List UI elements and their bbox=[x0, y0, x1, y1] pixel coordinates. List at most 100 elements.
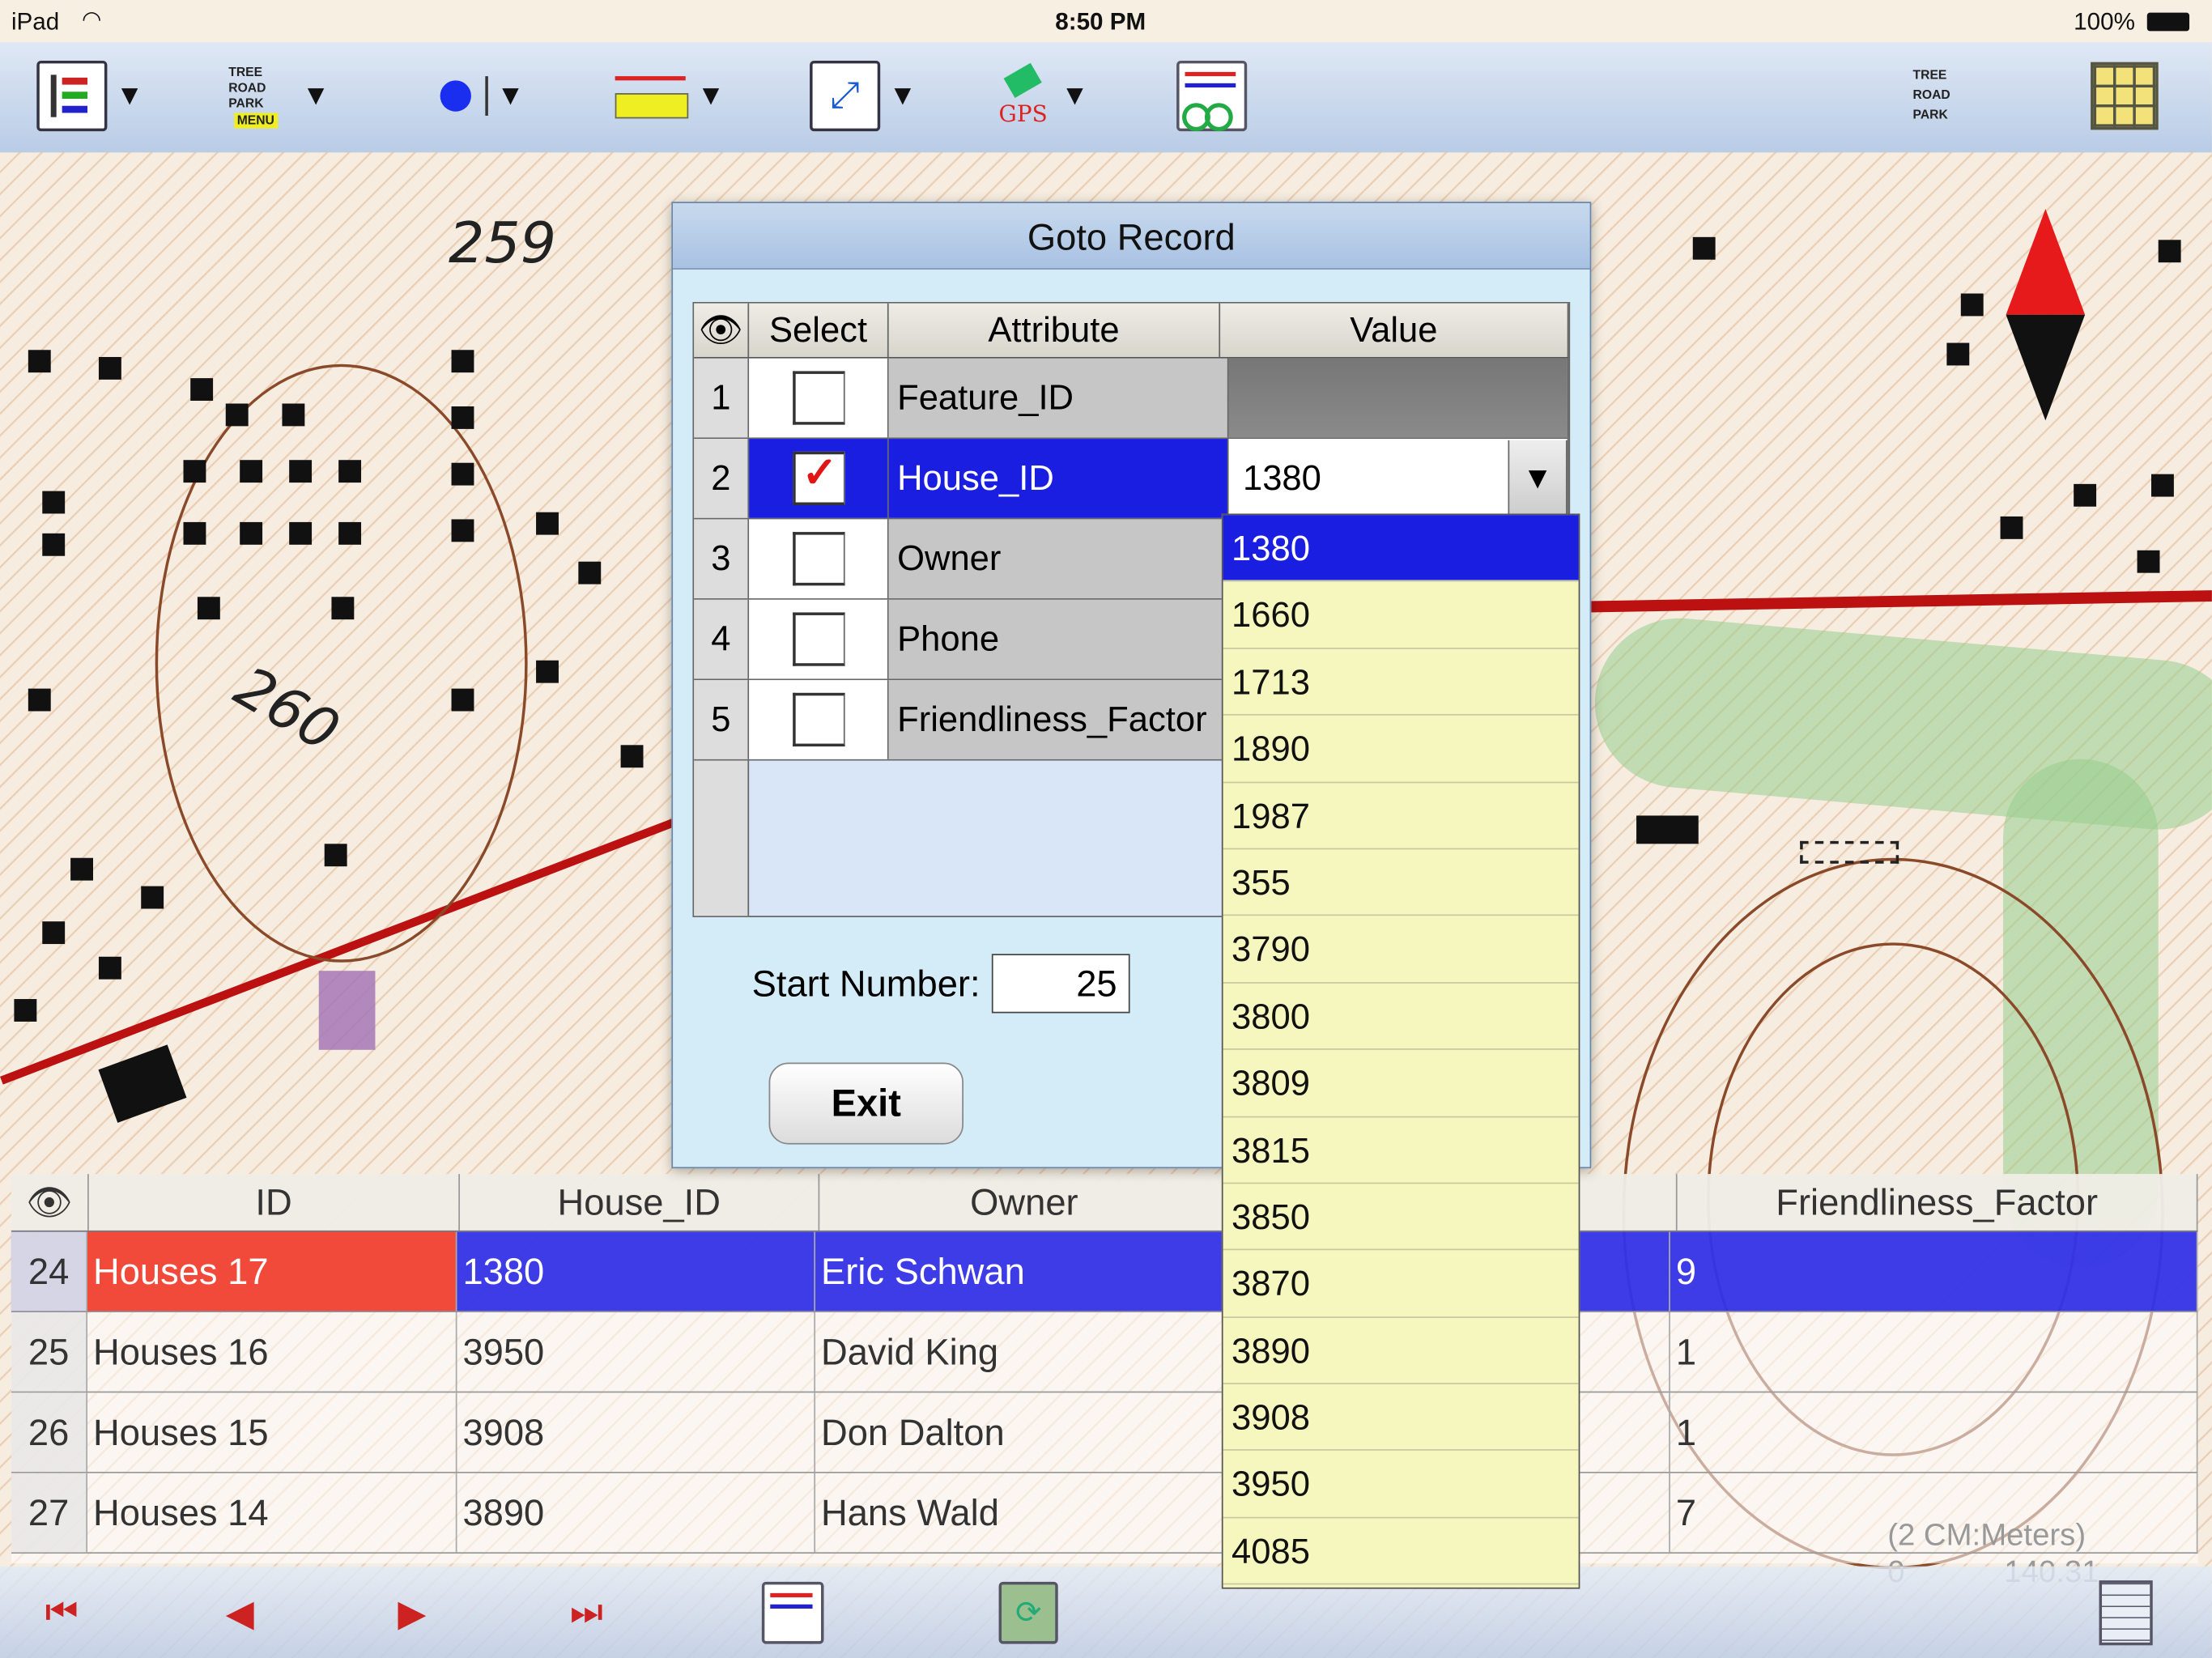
map-parcel bbox=[1800, 840, 1899, 864]
dropdown-option[interactable]: 1660 bbox=[1223, 582, 1579, 649]
map-building bbox=[141, 886, 164, 909]
map-building bbox=[1692, 236, 1716, 260]
column-header-friendliness[interactable]: Friendliness_Factor bbox=[1678, 1174, 2198, 1231]
value-dropdown-list: 1380 1660 1713 1890 1987 355 3790 3800 3… bbox=[1221, 513, 1580, 1589]
select-checkbox[interactable] bbox=[792, 371, 844, 425]
chevron-down-icon[interactable]: ▼ bbox=[496, 79, 524, 112]
map-building bbox=[578, 561, 602, 585]
map-building bbox=[536, 660, 559, 683]
attribute-table-button[interactable] bbox=[761, 1580, 824, 1645]
column-header-house-id[interactable]: House_ID bbox=[460, 1174, 820, 1231]
dropdown-option[interactable]: 3850 bbox=[1223, 1184, 1579, 1251]
map-building bbox=[338, 521, 362, 545]
select-checkbox[interactable] bbox=[792, 532, 844, 586]
point-tool-button[interactable]: ▼ bbox=[440, 62, 525, 130]
dialog-title: Goto Record bbox=[673, 202, 1590, 270]
chevron-down-icon[interactable]: ▼ bbox=[302, 79, 330, 112]
previous-record-button[interactable]: ◀ bbox=[226, 1580, 254, 1645]
map-building bbox=[536, 512, 559, 535]
select-checkbox[interactable]: ✓ bbox=[792, 450, 844, 505]
select-checkbox[interactable] bbox=[792, 612, 844, 666]
next-record-button[interactable]: ▶ bbox=[398, 1580, 426, 1645]
dropdown-option[interactable]: 4085 bbox=[1223, 1518, 1579, 1585]
column-header-id[interactable]: ID bbox=[89, 1174, 460, 1231]
map-building bbox=[2000, 516, 2023, 539]
table-row[interactable]: 26 Houses 15 3908 Don Dalton 1 bbox=[11, 1392, 2198, 1473]
first-record-button[interactable]: ⏮ bbox=[45, 1580, 79, 1645]
grid-row[interactable]: 2 ✓ House_ID 1380 ▼ bbox=[694, 439, 1569, 520]
map-building bbox=[1946, 342, 1970, 366]
table-row[interactable]: 24 Houses 17 1380 Eric Schwan 9 bbox=[11, 1231, 2198, 1312]
layer-list-button[interactable]: ▼ bbox=[36, 60, 143, 132]
chevron-down-icon[interactable]: ▼ bbox=[1508, 440, 1568, 517]
dropdown-option[interactable]: 1890 bbox=[1223, 716, 1579, 783]
map-building bbox=[98, 956, 121, 980]
layer-toggle-button[interactable]: TREE ROAD PARK bbox=[1913, 62, 1984, 130]
dropdown-option[interactable]: 3800 bbox=[1223, 983, 1579, 1051]
chevron-down-icon[interactable]: ▼ bbox=[697, 79, 725, 112]
map-building bbox=[451, 519, 474, 542]
attribute-table-button[interactable] bbox=[1176, 60, 1248, 132]
dropdown-option[interactable]: 1713 bbox=[1223, 648, 1579, 716]
map-building bbox=[289, 460, 313, 483]
zoom-extent-button[interactable]: ⤢ ▼ bbox=[810, 60, 917, 132]
map-building bbox=[451, 406, 474, 429]
layer-menu-button[interactable]: TREE ROAD PARK MENU ▼ bbox=[226, 62, 330, 130]
map-building bbox=[28, 688, 51, 712]
exit-button[interactable]: Exit bbox=[768, 1062, 963, 1145]
next-record-icon: ▶ bbox=[398, 1591, 427, 1634]
map-building bbox=[2137, 550, 2160, 573]
map-building bbox=[451, 350, 474, 373]
map-building bbox=[240, 460, 263, 483]
dropdown-option[interactable]: 3908 bbox=[1223, 1384, 1579, 1452]
map-building bbox=[324, 844, 347, 867]
attribute-table-icon bbox=[1176, 60, 1248, 132]
measure-button[interactable]: ▼ bbox=[615, 62, 725, 130]
grid-row[interactable]: 1 Feature_ID bbox=[694, 358, 1569, 440]
start-number-input[interactable] bbox=[991, 954, 1130, 1014]
map-building bbox=[197, 597, 220, 620]
grid-button[interactable] bbox=[2099, 1580, 2153, 1646]
measure-ruler-icon bbox=[615, 70, 689, 121]
visibility-eye-icon[interactable]: 👁 bbox=[694, 303, 750, 357]
map-building bbox=[183, 521, 206, 545]
map-building bbox=[451, 462, 474, 486]
gps-button[interactable]: GPS ▼ bbox=[996, 62, 1089, 130]
menu-label: MENU bbox=[234, 113, 278, 129]
dropdown-option[interactable]: 3790 bbox=[1223, 916, 1579, 984]
chevron-down-icon[interactable]: ▼ bbox=[889, 79, 917, 112]
visibility-eye-icon[interactable]: 👁 bbox=[11, 1174, 89, 1231]
chevron-down-icon[interactable]: ▼ bbox=[1061, 79, 1088, 112]
dropdown-option[interactable]: 3950 bbox=[1223, 1452, 1579, 1519]
dropdown-option[interactable]: 1380 bbox=[1223, 515, 1579, 582]
check-icon: ✓ bbox=[802, 450, 838, 497]
layer-menu-icon: TREE ROAD PARK MENU bbox=[226, 62, 294, 130]
compass-icon bbox=[2006, 208, 2086, 421]
last-record-icon: ⏭ bbox=[569, 1590, 603, 1633]
attribute-table: 👁 ID House_ID Owner Friendliness_Factor … bbox=[11, 1174, 2198, 1564]
value-select[interactable]: 1380 ▼ bbox=[1228, 439, 1569, 518]
bottom-toolbar: ⏮ ◀ ▶ ⏭ ⟳ bbox=[0, 1566, 2212, 1658]
chevron-down-icon[interactable]: ▼ bbox=[116, 79, 143, 112]
dropdown-option[interactable]: 3890 bbox=[1223, 1317, 1579, 1385]
column-header-owner[interactable]: Owner bbox=[819, 1174, 1231, 1231]
select-checkbox[interactable] bbox=[792, 692, 844, 747]
map-building bbox=[14, 999, 37, 1022]
table-row[interactable]: 25 Houses 16 3950 David King 1 bbox=[11, 1312, 2198, 1393]
map-building bbox=[451, 688, 474, 712]
battery-icon bbox=[2146, 12, 2190, 32]
map-building bbox=[289, 521, 313, 545]
dropdown-option[interactable]: 355 bbox=[1223, 849, 1579, 916]
dropdown-option[interactable]: 1987 bbox=[1223, 783, 1579, 850]
last-record-button[interactable]: ⏭ bbox=[570, 1580, 603, 1645]
grid-button[interactable] bbox=[2091, 62, 2159, 130]
refresh-button[interactable]: ⟳ bbox=[998, 1580, 1058, 1645]
table-row[interactable]: 27 Houses 14 3890 Hans Wald 7 bbox=[11, 1473, 2198, 1554]
dropdown-option[interactable]: 3809 bbox=[1223, 1050, 1579, 1117]
dropdown-option[interactable]: 3870 bbox=[1223, 1251, 1579, 1318]
dropdown-option[interactable]: 3815 bbox=[1223, 1117, 1579, 1184]
map-building bbox=[1960, 293, 1984, 317]
wifi-icon: ◠ bbox=[82, 8, 102, 33]
map-building bbox=[331, 597, 355, 620]
layer-list-icon bbox=[36, 60, 108, 132]
